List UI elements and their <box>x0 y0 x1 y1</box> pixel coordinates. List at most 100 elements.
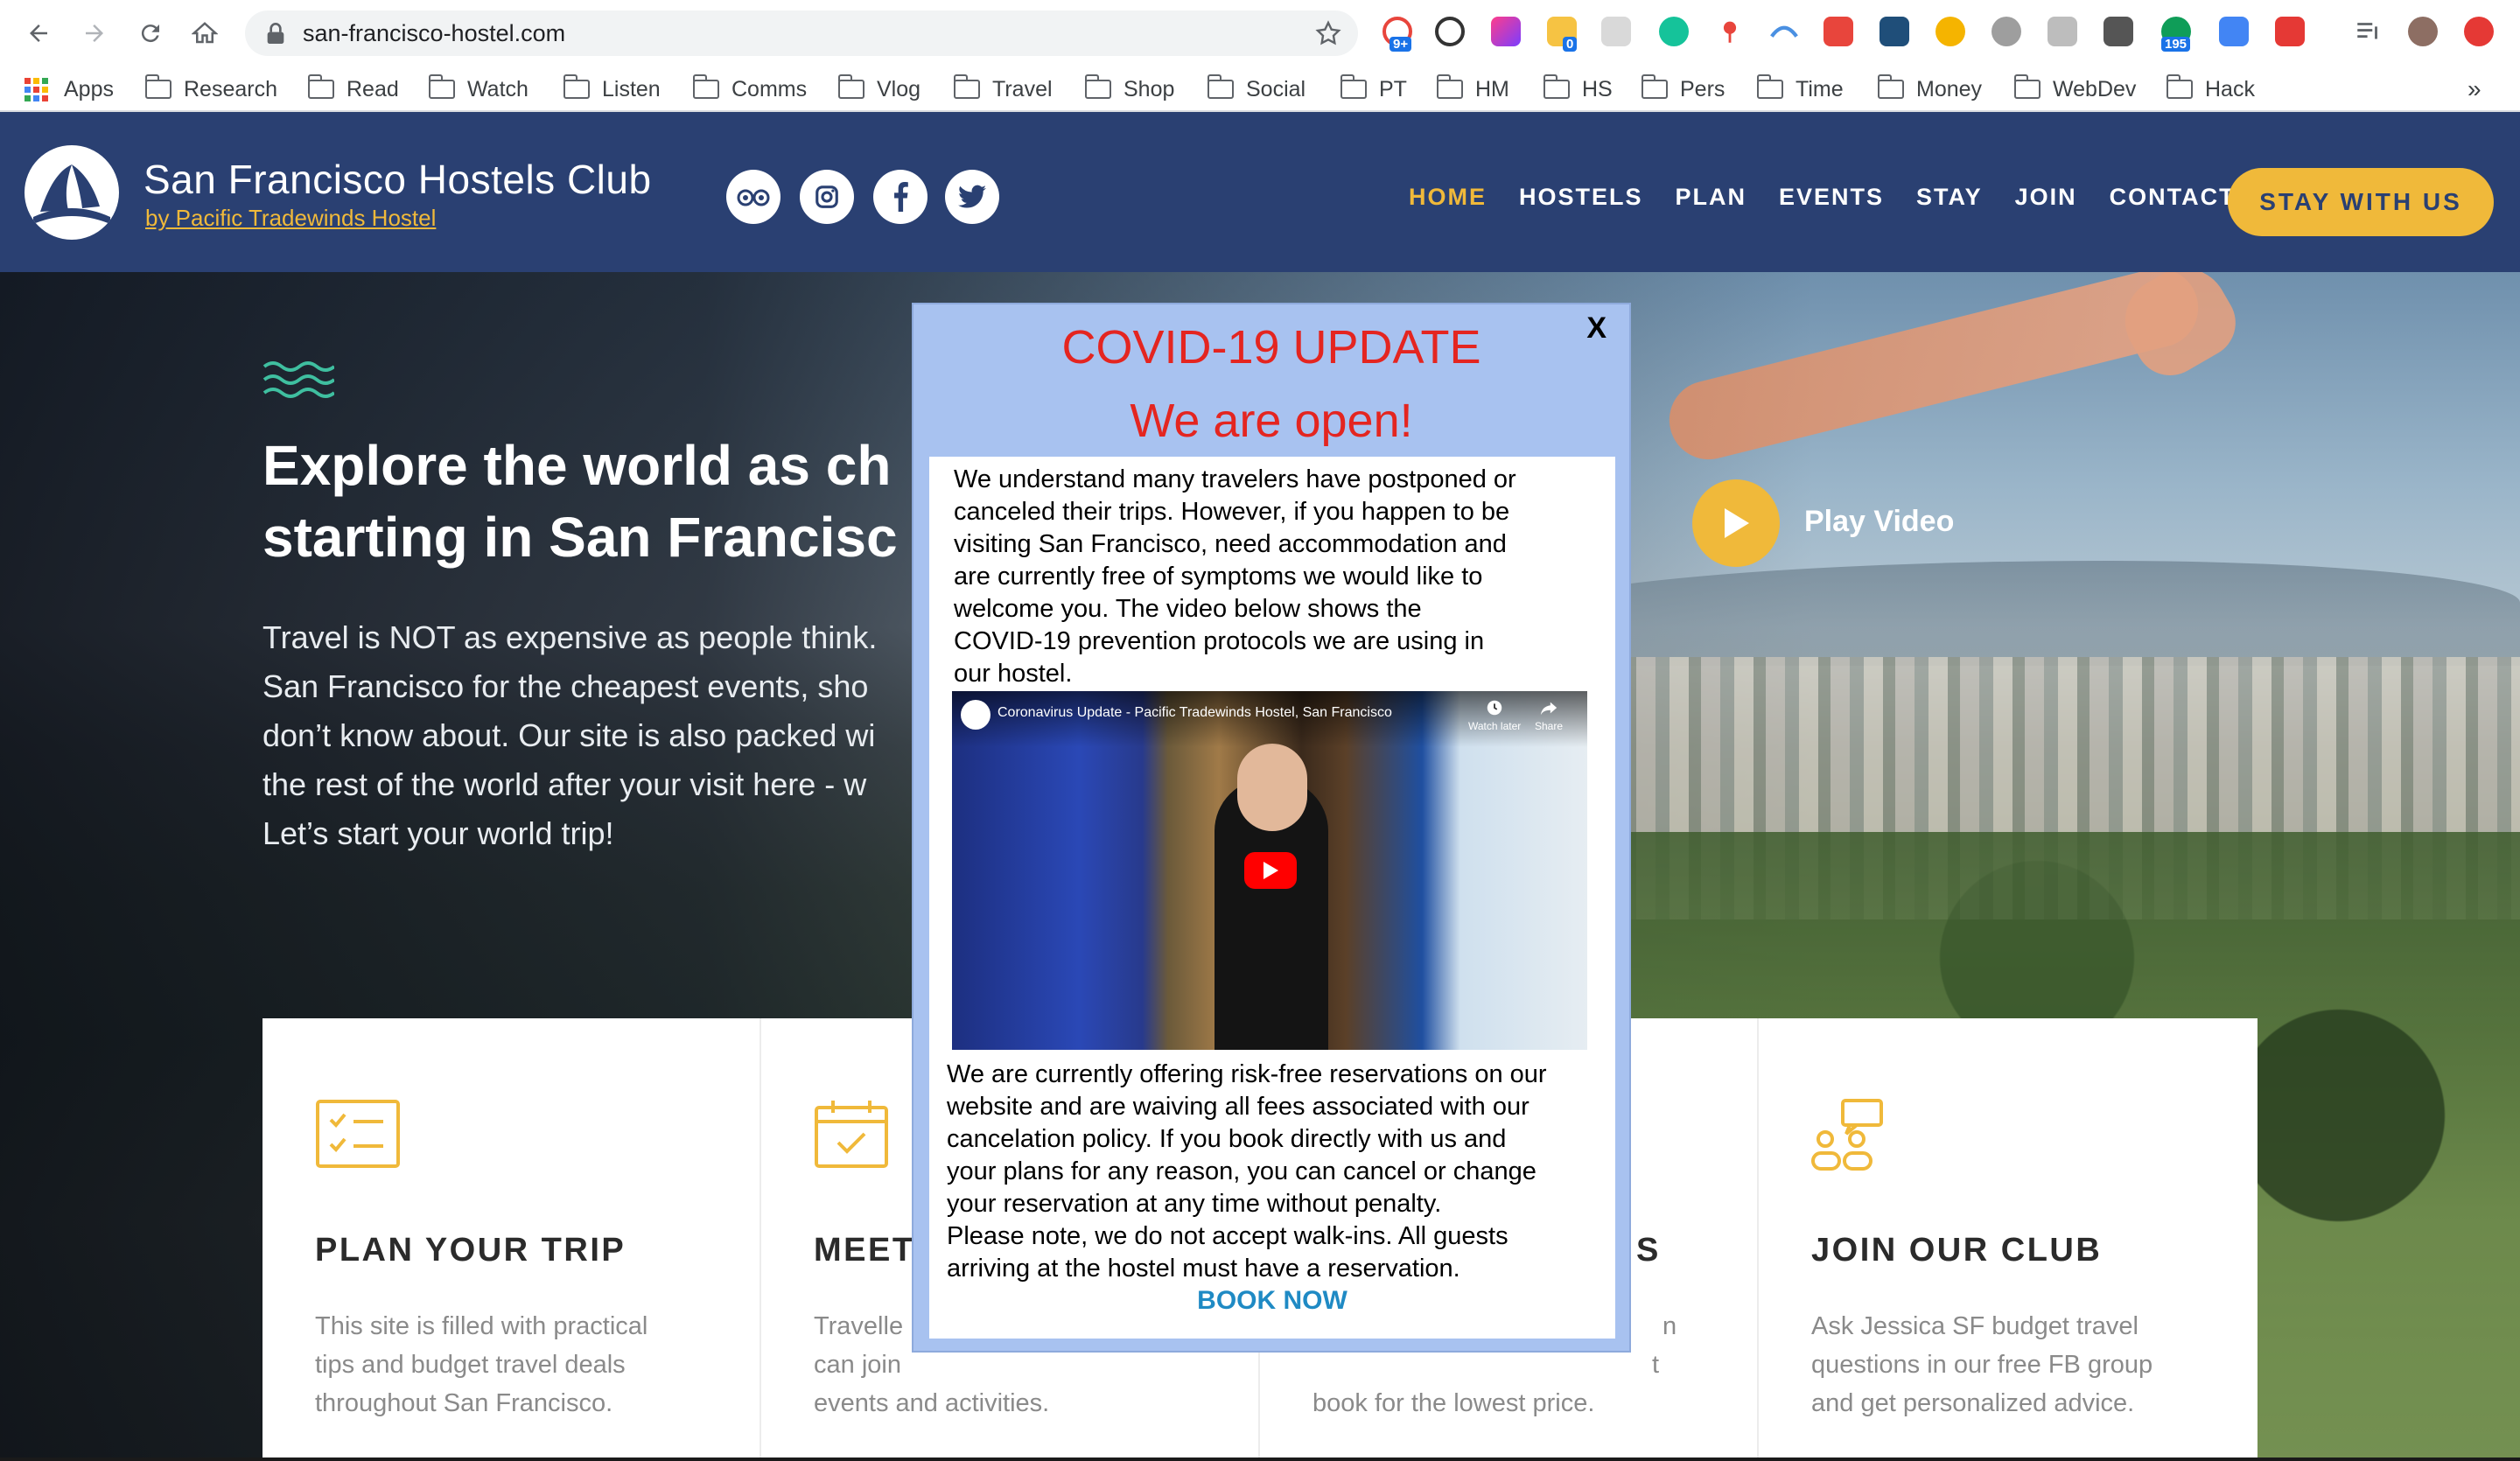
lock-icon <box>267 23 284 44</box>
bookmark-apps[interactable]: Apps <box>24 75 114 103</box>
play-video-button[interactable] <box>1692 479 1780 567</box>
extension-icon-10[interactable] <box>1880 17 1909 46</box>
reload-button[interactable] <box>130 12 172 54</box>
reading-list-icon[interactable] <box>2354 17 2384 46</box>
folder-icon <box>953 74 980 99</box>
extension-icon-7[interactable] <box>1715 17 1745 46</box>
extension-icon-8[interactable] <box>1769 17 1799 46</box>
bookmark-folder[interactable]: Watch <box>428 74 528 103</box>
youtube-video-embed[interactable]: Coronavirus Update - Pacific Tradewinds … <box>952 691 1587 1050</box>
bookmark-folder[interactable]: Research <box>144 74 277 103</box>
clock-icon <box>1487 700 1502 716</box>
channel-logo[interactable] <box>961 700 990 730</box>
bookmarks-overflow-button[interactable]: » <box>2468 75 2482 103</box>
play-icon <box>1264 862 1278 879</box>
site-title[interactable]: San Francisco Hostels Club <box>144 156 652 203</box>
card-title: PLAN YOUR TRIP <box>315 1232 626 1269</box>
bookmark-folder[interactable]: Travel <box>953 74 1053 103</box>
reload-icon <box>141 24 159 43</box>
folder-icon <box>563 74 590 99</box>
modal-body: We understand many travelers have postpo… <box>929 457 1615 1339</box>
play-icon <box>1725 508 1749 538</box>
watch-later-button[interactable]: Watch later <box>1468 698 1521 732</box>
bookmark-folder[interactable]: Shop <box>1084 74 1174 103</box>
bookmark-star-icon[interactable] <box>1314 19 1342 47</box>
folder-icon <box>1641 74 1668 99</box>
bookmark-folder[interactable]: Vlog <box>837 74 920 103</box>
extension-icon-5[interactable] <box>1601 17 1631 46</box>
calendar-check-icon <box>815 1101 888 1168</box>
modal-heading: COVID-19 UPDATE <box>1061 321 1481 374</box>
extension-icon-12[interactable] <box>1992 17 2021 46</box>
site-subtitle-link[interactable]: by Pacific Tradewinds Hostel <box>145 205 436 232</box>
extension-icon-2[interactable] <box>1435 17 1465 46</box>
bookmark-folder[interactable]: WebDev <box>2013 74 2136 103</box>
folder-icon <box>837 74 864 99</box>
extension-icon-13[interactable] <box>2048 17 2077 46</box>
nav-hostels[interactable]: HOSTELS <box>1519 184 1643 211</box>
instagram-button[interactable] <box>800 170 854 224</box>
profile-avatar[interactable] <box>2408 17 2438 46</box>
extension-badge-1: 9+ <box>1390 37 1412 52</box>
extension-icon-9[interactable] <box>1824 17 1853 46</box>
back-button[interactable] <box>18 12 60 54</box>
extension-icon-17[interactable] <box>2275 17 2305 46</box>
card-plan-your-trip[interactable]: PLAN YOUR TRIP This site is filled with … <box>262 1018 761 1458</box>
nav-home[interactable]: HOME <box>1409 184 1487 211</box>
modal-policy-text: We are currently offering risk-free rese… <box>947 1060 1547 1283</box>
book-now-link[interactable]: BOOK NOW <box>929 1286 1615 1316</box>
bookmark-folder[interactable]: Listen <box>563 74 661 103</box>
waves-icon <box>262 361 334 398</box>
extension-icon-14[interactable] <box>2104 17 2133 46</box>
video-person-face <box>1237 744 1307 831</box>
share-arrow-icon <box>1540 702 1558 716</box>
card-title: S <box>1636 1232 1661 1269</box>
extension-icon-11[interactable] <box>1936 17 1965 46</box>
nav-join[interactable]: JOIN <box>2015 184 2077 211</box>
folder-icon <box>1207 74 1234 99</box>
folder-icon <box>144 74 172 99</box>
extension-icon-6[interactable] <box>1659 17 1689 46</box>
arrow-right-icon <box>86 24 103 42</box>
hostel-logo-icon <box>33 164 110 224</box>
bookmark-folder[interactable]: Hack <box>2166 74 2255 103</box>
share-button[interactable]: Share <box>1535 698 1563 732</box>
bookmark-folder[interactable]: Money <box>1877 74 1982 103</box>
home-button[interactable] <box>184 12 226 54</box>
site-logo[interactable] <box>24 145 119 240</box>
bookmark-folder[interactable]: Comms <box>692 74 807 103</box>
covid-update-modal: X COVID-19 UPDATE We are open! We unders… <box>912 303 1631 1353</box>
card-join-our-club[interactable]: JOIN OUR CLUB Ask Jessica SF budget trav… <box>1759 1018 2258 1458</box>
extension-icon-3[interactable] <box>1491 17 1521 46</box>
nav-contact[interactable]: CONTACT <box>2110 184 2236 211</box>
bookmark-folder[interactable]: Pers <box>1641 74 1725 103</box>
extension-icon-16[interactable] <box>2219 17 2249 46</box>
forward-button[interactable] <box>74 12 116 54</box>
video-title[interactable]: Coronavirus Update - Pacific Tradewinds … <box>998 705 1392 721</box>
facebook-button[interactable] <box>873 170 928 224</box>
modal-intro-text: We understand many travelers have postpo… <box>954 465 1516 688</box>
bookmark-folder[interactable]: Time <box>1756 74 1844 103</box>
play-video-label[interactable]: Play Video <box>1804 505 1954 539</box>
tripadvisor-button[interactable] <box>726 170 780 224</box>
folder-icon <box>1436 74 1463 99</box>
nav-plan[interactable]: PLAN <box>1676 184 1747 211</box>
window-bottom-edge <box>0 1458 2520 1461</box>
address-bar[interactable]: san-francisco-hostel.com <box>245 10 1358 56</box>
bookmark-folder[interactable]: Social <box>1207 74 1306 103</box>
stay-with-us-button[interactable]: STAY WITH US <box>2228 168 2494 236</box>
twitter-button[interactable] <box>945 170 999 224</box>
nav-stay[interactable]: STAY <box>1916 184 1983 211</box>
update-icon[interactable] <box>2464 17 2494 46</box>
nav-events[interactable]: EVENTS <box>1779 184 1884 211</box>
modal-subheading: We are open! <box>1130 395 1413 447</box>
youtube-play-button[interactable] <box>1244 852 1297 889</box>
folder-icon <box>2013 74 2040 99</box>
folder-icon <box>307 74 334 99</box>
bookmark-folder[interactable]: HM <box>1436 74 1509 103</box>
folder-icon <box>1756 74 1783 99</box>
bookmark-folder[interactable]: HS <box>1543 74 1613 103</box>
bookmark-folder[interactable]: PT <box>1340 74 1407 103</box>
bookmark-folder[interactable]: Read <box>307 74 399 103</box>
site-header: San Francisco Hostels Club by Pacific Tr… <box>0 112 2520 272</box>
